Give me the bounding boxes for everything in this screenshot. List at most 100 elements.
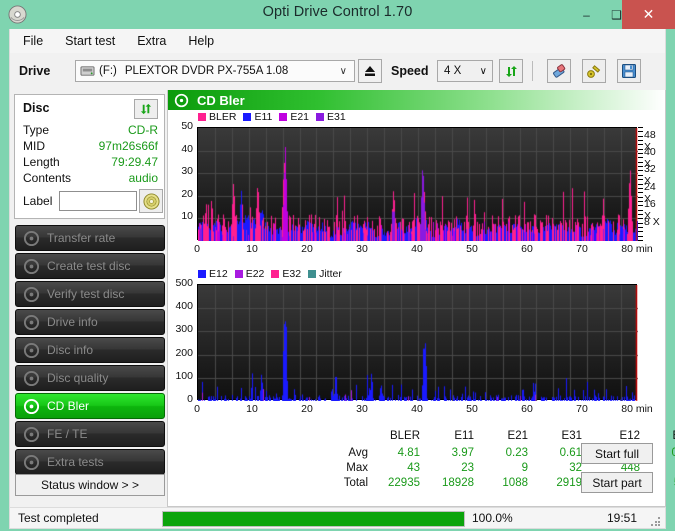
close-button[interactable]: ✕ [622, 0, 675, 29]
elapsed-time: 19:51 [606, 511, 637, 525]
start-full-button[interactable]: Start full [581, 443, 653, 464]
sidebar-item-cd-bler[interactable]: CD Bler [15, 393, 165, 419]
progress-percent: 100.0% [472, 511, 513, 525]
cd-disc-icon [142, 192, 160, 210]
cd-bler-icon [23, 398, 40, 414]
ruler-tick [638, 205, 643, 207]
legend-item-e22: E22 [234, 268, 265, 280]
menu-bar: File Start test Extra Help [9, 29, 666, 53]
disc-label-button[interactable] [139, 189, 163, 213]
toolbar-separator [532, 61, 533, 81]
start-part-button[interactable]: Start part [581, 472, 653, 493]
menu-item-start-test[interactable]: Start test [56, 32, 124, 50]
sidebar-label: Verify test disc [47, 287, 125, 301]
status-window-button[interactable]: Status window > > [15, 474, 165, 496]
refresh-icon [140, 103, 152, 115]
content-title: CD Bler [197, 92, 245, 108]
ruler-tick [638, 218, 643, 220]
x-tick-label: 60 [521, 243, 533, 255]
speed-value: 4 X [444, 65, 462, 77]
stats-cell: 0.61 [559, 447, 582, 459]
status-text: Test completed [18, 511, 99, 525]
bler-chart-legend: BLER E11 E21 E31 [198, 111, 353, 123]
minimize-button[interactable]: – [570, 0, 603, 29]
x-tick-label: 70 [576, 403, 588, 415]
drive-select[interactable]: (F:) PLEXTOR DVDR PX-755A 1.08 ∨ [75, 60, 355, 82]
x-tick-label: 70 [576, 243, 588, 255]
disc-quality-icon [23, 370, 40, 386]
drive-info-icon [23, 314, 40, 330]
disc-info-icon [23, 342, 40, 358]
menu-item-extra[interactable]: Extra [128, 32, 175, 50]
content-header: CD Bler [168, 90, 665, 110]
tools-button[interactable] [582, 59, 606, 83]
ruler-tick [638, 200, 643, 202]
e12-plot-area[interactable] [197, 284, 638, 401]
x-tick-label: 40 [411, 403, 423, 415]
legend-label: E32 [282, 268, 302, 280]
eject-button[interactable] [358, 59, 382, 83]
drive-label: Drive [19, 64, 51, 78]
ruler-tick [638, 209, 643, 211]
y-tick-label: 300 [175, 323, 193, 336]
disc-refresh-button[interactable] [134, 99, 158, 119]
disc-mid-value: 97m26s66f [98, 139, 158, 153]
stats-cell: 0.23 [505, 447, 528, 459]
app-window: Opti Drive Control 1.70 – ❑ ✕ File Start… [0, 0, 675, 531]
chevron-down-icon: ∨ [339, 66, 347, 77]
stats-row-label: Max [346, 462, 368, 474]
legend-item-jitter: Jitter [308, 268, 342, 280]
sidebar-item-transfer-rate[interactable]: Transfer rate [15, 225, 165, 251]
disc-row-type: Type CD-R [23, 123, 158, 139]
disc-verify-icon [23, 286, 40, 302]
save-icon [622, 64, 636, 78]
legend-swatch [243, 113, 252, 121]
legend-label: E22 [245, 268, 265, 280]
sidebar-item-fe-te[interactable]: FE / TE [15, 421, 165, 447]
x-tick-label: 80 min [621, 243, 653, 255]
speed-select[interactable]: 4 X ∨ [437, 60, 493, 82]
eject-icon [365, 66, 375, 76]
sidebar-item-drive-info[interactable]: Drive info [15, 309, 165, 335]
save-button[interactable] [617, 59, 641, 83]
menu-item-file[interactable]: File [14, 32, 52, 50]
sidebar-item-disc-info[interactable]: Disc info [15, 337, 165, 363]
ruler-tick [638, 231, 643, 233]
cd-bler-icon [174, 93, 189, 107]
legend-label: E12 [209, 268, 228, 280]
sidebar-item-create-test-disc[interactable]: Create test disc [15, 253, 165, 279]
bler-plot-area[interactable] [197, 127, 638, 241]
legend-item-e12: E12 [198, 268, 228, 280]
x-tick-label: 50 [466, 243, 478, 255]
stats-cell: 43 [407, 462, 420, 474]
title-bar: Opti Drive Control 1.70 – ❑ ✕ [0, 0, 675, 29]
x-tick-label: 20 [301, 243, 313, 255]
bler-speed-ruler [638, 127, 643, 241]
erase-button[interactable] [547, 59, 571, 83]
ruler-tick [638, 148, 643, 150]
stats-column-header: E31 [561, 430, 582, 442]
y-tick-label: 20 [181, 187, 193, 200]
ruler-tick [638, 187, 643, 189]
sidebar-label: Disc info [47, 343, 94, 357]
disc-label-label: Label [23, 194, 53, 208]
disc-type-label: Type [23, 123, 50, 137]
disc-length-label: Length [23, 155, 60, 169]
sidebar-item-disc-quality[interactable]: Disc quality [15, 365, 165, 391]
refresh-button[interactable] [499, 59, 523, 83]
stats-cell: 1088 [502, 477, 528, 489]
disc-label-input[interactable] [59, 191, 137, 211]
progress-bar [162, 511, 465, 527]
sidebar-item-extra-tests[interactable]: Extra tests [15, 449, 165, 475]
menu-item-help[interactable]: Help [179, 32, 223, 50]
sidebar-item-verify-test-disc[interactable]: Verify test disc [15, 281, 165, 307]
resize-grip[interactable] [651, 517, 661, 527]
ruler-tick [638, 213, 643, 215]
x-tick-label: 40 [411, 243, 423, 255]
y-tick-label: 500 [175, 277, 193, 289]
disc-mid-label: MID [23, 139, 45, 153]
legend-swatch [234, 270, 243, 278]
legend-item-e31: E31 [316, 111, 346, 123]
stats-cell: 4.81 [397, 447, 420, 459]
sidebar-label: Extra tests [47, 455, 104, 469]
